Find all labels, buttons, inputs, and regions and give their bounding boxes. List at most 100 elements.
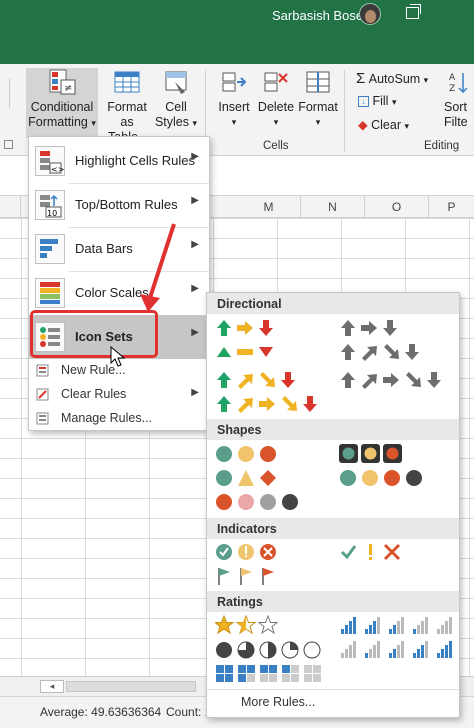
scroll-thumb[interactable] (66, 681, 196, 692)
svg-text:<>: <> (51, 165, 64, 174)
conditional-formatting-label-2: Formatting (28, 115, 88, 129)
insert-button[interactable]: Insert ▾ (212, 68, 256, 138)
icon-set-4-ratings[interactable] (339, 615, 459, 637)
section-header-indicators: Indicators (207, 518, 459, 539)
group-label-cells: Cells (263, 140, 289, 152)
delete-button[interactable]: Delete ▾ (256, 68, 296, 138)
ribbon-left-edge (0, 78, 10, 108)
icon-set-5-quarters[interactable] (215, 639, 335, 661)
svg-text:≠: ≠ (64, 83, 72, 94)
delete-cells-icon (261, 68, 291, 96)
format-button[interactable]: Format ▾ (296, 68, 340, 138)
menu-item-label: Highlight Cells Rules (75, 153, 195, 168)
eraser-icon: ◆ (358, 118, 368, 132)
icon-set-3-signs[interactable] (215, 467, 295, 489)
chevron-down-icon: ▾ (192, 118, 198, 128)
menu-item-label: Manage Rules... (61, 411, 153, 425)
fill-down-icon: ↓ (358, 96, 369, 108)
select-all-corner[interactable] (0, 196, 21, 218)
manage-rules-icon (36, 412, 49, 425)
group-label-editing: Editing (424, 140, 460, 152)
user-name: Sarbasish Bose (272, 8, 364, 23)
icon-set-4-arrows-gray[interactable] (339, 341, 439, 363)
more-rules-link[interactable]: More Rules... (241, 695, 315, 709)
column-header-p[interactable]: P (429, 196, 474, 218)
dialog-launcher-icon[interactable] (4, 140, 13, 149)
icon-set-4-arrows-colored[interactable] (215, 369, 315, 391)
icon-set-3-traffic-lights-rimmed[interactable] (339, 443, 419, 465)
insert-cells-icon (219, 68, 249, 96)
submenu-arrow-icon: ▶ (191, 283, 199, 294)
cell-styles-button[interactable]: Cell Styles ▾ (154, 68, 198, 138)
clear-button[interactable]: ◆ Clear ▾ (358, 117, 409, 132)
menu-item-label: Top/Bottom Rules (75, 197, 178, 212)
icon-set-4-traffic-lights[interactable] (339, 467, 439, 489)
annotation-highlight-box (30, 310, 158, 358)
conditional-formatting-icon: ≠ (47, 68, 77, 96)
chevron-down-icon: ▾ (273, 117, 279, 127)
submenu-arrow-icon: ▶ (191, 151, 199, 162)
menu-item-clear-rules[interactable]: Clear Rules ▶ (29, 383, 209, 407)
submenu-arrow-icon: ▶ (191, 327, 199, 338)
chevron-down-icon: ▾ (315, 117, 321, 127)
cell-styles-label-2: Styles (154, 115, 190, 129)
svg-text:10: 10 (47, 209, 57, 218)
svg-text:A: A (449, 73, 456, 83)
icon-set-3-stars[interactable] (215, 615, 295, 637)
icon-set-3-traffic-lights-unrimmed[interactable] (215, 443, 295, 465)
top-bottom-icon: 10 (35, 190, 65, 220)
icon-set-3-symbols-circled[interactable] (215, 541, 295, 563)
cell-styles-icon (161, 68, 191, 96)
submenu-arrow-icon: ▶ (191, 387, 199, 398)
highlight-cells-icon: <> (35, 146, 65, 176)
menu-item-label: Color Scales (75, 285, 149, 300)
conditional-formatting-label-1: Conditional (30, 100, 94, 114)
clear-label: Clear (371, 118, 401, 132)
chevron-down-icon: ▾ (391, 97, 397, 107)
icon-set-3-flags[interactable] (215, 565, 295, 587)
format-as-table-button[interactable]: Format as Table ▾ (100, 68, 154, 144)
insert-label: Insert (218, 100, 250, 114)
sigma-icon: Σ (356, 70, 366, 87)
menu-item-highlight-cells-rules[interactable]: <> Highlight Cells Rules ▶ (29, 139, 209, 183)
delete-label: Delete (257, 100, 295, 114)
format-as-table-icon (112, 68, 142, 96)
icon-set-3-arrows-gray[interactable] (339, 317, 419, 339)
icon-set-3-triangles[interactable] (215, 341, 295, 363)
menu-divider (207, 689, 459, 690)
color-scales-icon (35, 278, 65, 308)
scroll-left-icon[interactable]: ◂ (40, 680, 64, 693)
conditional-formatting-button[interactable]: ≠ Conditional Formatting ▾ (26, 68, 98, 138)
icon-set-3-symbols-uncircled[interactable] (339, 541, 419, 563)
icon-set-5-arrows-colored[interactable] (215, 393, 335, 415)
title-bar: Sarbasish Bose (0, 0, 474, 64)
avatar[interactable] (359, 3, 381, 25)
mouse-cursor-icon (110, 346, 126, 367)
icon-set-5-arrows-gray[interactable] (339, 369, 459, 391)
autosum-label: AutoSum (368, 72, 421, 86)
chevron-down-icon: ▾ (423, 75, 429, 85)
cell-styles-label-1: Cell (165, 100, 187, 114)
icon-sets-submenu: Directional Shapes Indicators Ratings Mo… (206, 292, 460, 718)
menu-item-label: Data Bars (75, 241, 133, 256)
column-header-m[interactable]: M (237, 196, 301, 218)
sort-filter-button[interactable]: AZ Sort Filte (444, 68, 474, 138)
new-rule-icon (36, 364, 49, 377)
autosum-button[interactable]: Σ AutoSum ▾ (356, 70, 428, 87)
icon-set-red-to-black[interactable] (215, 491, 315, 513)
menu-item-manage-rules[interactable]: Manage Rules... (29, 407, 209, 431)
fill-button[interactable]: ↓ Fill ▾ (358, 94, 396, 108)
column-header-o[interactable]: O (365, 196, 429, 218)
format-as-table-label-1: Format as (107, 100, 147, 129)
chevron-down-icon: ▾ (404, 121, 409, 131)
section-header-directional: Directional (207, 293, 459, 314)
sort-filter-icon: AZ (448, 68, 472, 96)
sort-filter-label-2: Filte (444, 115, 468, 129)
svg-text:Z: Z (449, 84, 455, 94)
icon-set-3-arrows-colored[interactable] (215, 317, 295, 339)
restore-window-icon[interactable] (406, 4, 421, 19)
icon-set-5-ratings[interactable] (339, 639, 459, 661)
section-header-shapes: Shapes (207, 419, 459, 440)
column-header-n[interactable]: N (301, 196, 365, 218)
icon-set-5-boxes[interactable] (215, 663, 335, 685)
